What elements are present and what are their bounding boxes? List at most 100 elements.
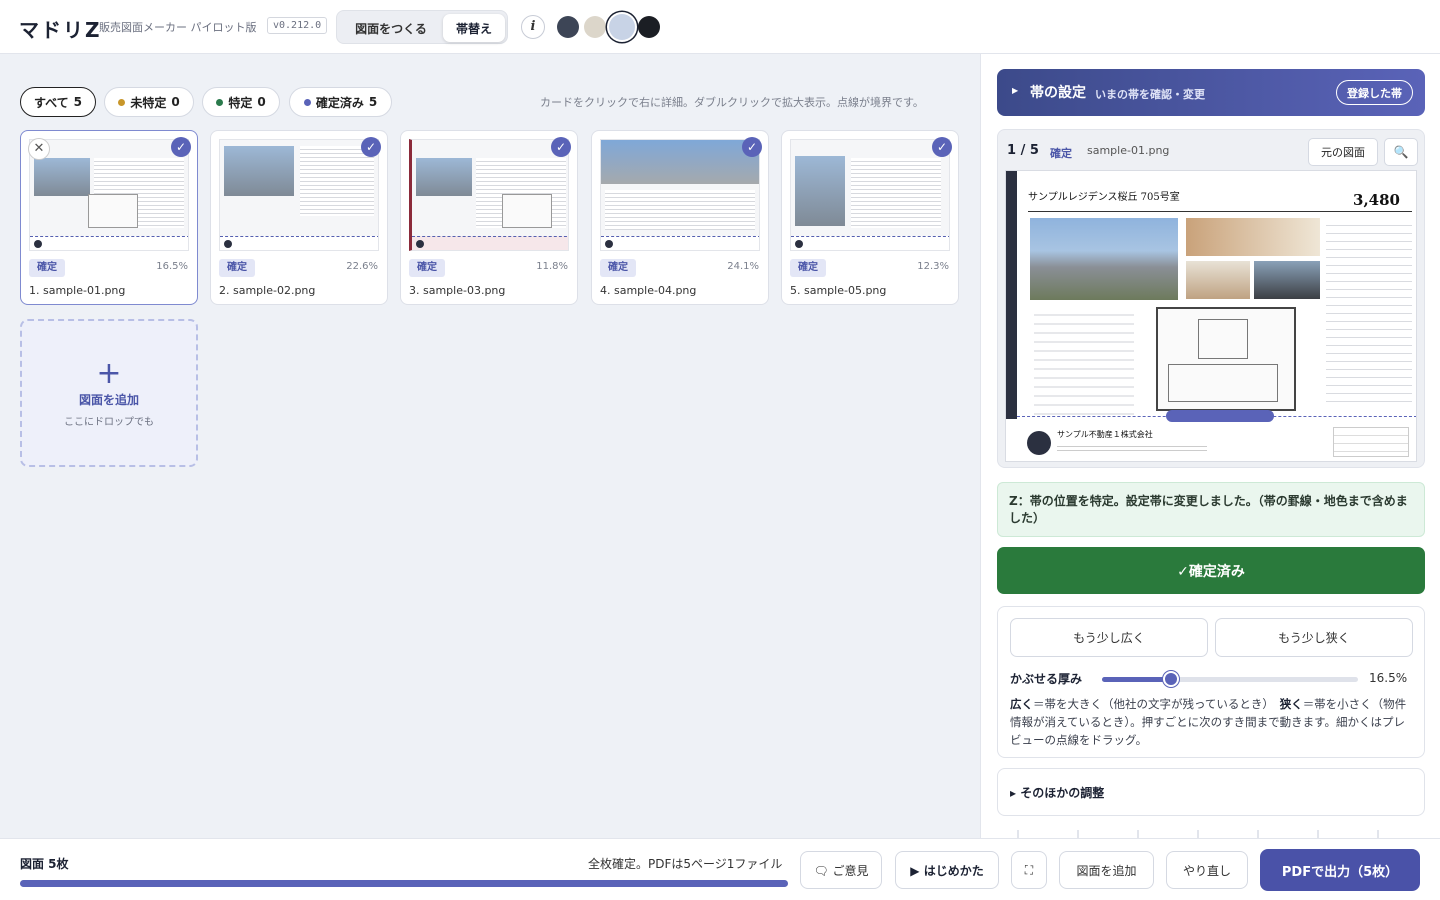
expand-triangle-icon: ▶ — [1012, 86, 1019, 95]
slider-handle[interactable] — [1163, 671, 1179, 687]
filter-confirmed-count: 5 — [368, 95, 378, 109]
interior-photo — [1186, 261, 1250, 299]
card-coverage: 12.3% — [917, 261, 949, 272]
color-swatch-lightblue-selected[interactable] — [609, 14, 635, 40]
check-icon: ✓ — [361, 137, 381, 157]
drawing-card[interactable]: ✓ 確定 24.1% 4. sample-04.png — [591, 130, 769, 305]
add-drawing-label: 図面を追加 — [78, 393, 139, 407]
color-swatch-slate[interactable] — [557, 16, 579, 38]
mode-replace-tab[interactable]: 帯替え — [443, 14, 505, 42]
thickness-slider[interactable] — [1102, 671, 1358, 687]
export-pdf-button[interactable]: PDFで出力（5枚） — [1260, 849, 1420, 891]
registered-obi-button[interactable]: 登録した帯 — [1336, 80, 1413, 105]
howto-button[interactable]: ▶ はじめかた — [895, 851, 999, 889]
drawing-thumbnail — [790, 139, 950, 251]
drawing-count: 図面 5枚 — [20, 857, 69, 871]
narrower-button[interactable]: もう少し狭く — [1215, 618, 1413, 657]
add-drawing-sub: ここにドロップでも — [64, 417, 154, 428]
footer-bar: 図面 5枚 全枚確定。PDFは5ページ1ファイル 🗨 ご意見 ▶ はじめかた ⛶… — [0, 838, 1440, 900]
card-coverage: 22.6% — [346, 261, 378, 272]
drawing-thumbnail — [600, 139, 760, 251]
other-adjustments-toggle[interactable]: ▸ そのほかの調整 — [997, 768, 1425, 816]
card-filename: 4. sample-04.png — [600, 284, 697, 297]
confirmed-button[interactable]: ✓確定済み — [997, 547, 1425, 594]
flyer-band: サンプル不動産１株式会社 — [1017, 423, 1416, 461]
filter-all[interactable]: すべて 5 — [20, 87, 96, 117]
filter-unidentified-label: 未特定 — [130, 95, 167, 110]
card-status-badge: 確定 — [219, 259, 255, 277]
fullscreen-icon[interactable]: ⛶ — [1011, 851, 1047, 889]
thickness-description: 広く＝帯を大きく（他社の文字が残っているとき） 狭く＝帯を小さく（物件情報が消え… — [1010, 697, 1407, 747]
card-coverage: 24.1% — [727, 261, 759, 272]
thickness-value: 16.5% — [1369, 671, 1408, 685]
preview-status: 確定 — [1050, 147, 1072, 160]
card-status-badge: 確定 — [600, 259, 636, 277]
color-swatch-black[interactable] — [638, 16, 660, 38]
flyer-heading: サンプルレジデンス桜丘 705号室 — [1028, 192, 1180, 203]
add-drawing-dropzone[interactable]: + 図面を追加 ここにドロップでも — [20, 319, 198, 467]
redo-button[interactable]: やり直し — [1166, 851, 1248, 889]
card-filename: 1. sample-01.png — [29, 284, 126, 297]
usage-hint: カードをクリックで右に詳細。ダブルクリックで拡大表示。点線が境界です。 — [540, 96, 924, 109]
detail-panel: ▶ 帯の設定 いまの帯を確認・変更 登録した帯 1 / 5 確定 sample-… — [980, 54, 1440, 838]
app-logo: マドリZ — [19, 18, 102, 42]
obi-settings-bar[interactable]: ▶ 帯の設定 いまの帯を確認・変更 登録した帯 — [997, 69, 1425, 116]
card-coverage: 11.8% — [536, 261, 568, 272]
obi-settings-sub: いまの帯を確認・変更 — [1095, 88, 1205, 101]
version-badge: v0.212.0 — [267, 17, 328, 34]
filter-identified[interactable]: 特定 0 — [202, 87, 280, 117]
original-drawing-button[interactable]: 元の図面 — [1308, 138, 1378, 166]
add-drawing-button[interactable]: 図面を追加 — [1059, 851, 1154, 889]
drawing-thumbnail — [409, 139, 569, 251]
filter-identified-count: 0 — [257, 95, 266, 109]
card-status-badge: 確定 — [790, 259, 826, 277]
filter-confirmed[interactable]: 確定済み 5 — [289, 87, 392, 117]
card-status-badge: 確定 — [409, 259, 445, 277]
flyer-preview[interactable]: サンプルレジデンス桜丘 705号室 3,480 サンプル不動産１株式会社 — [1005, 170, 1417, 462]
filter-unidentified-count: 0 — [171, 95, 180, 109]
card-filename: 2. sample-02.png — [219, 284, 316, 297]
status-dot-icon — [118, 98, 126, 106]
drawing-card[interactable]: ✓ 確定 22.6% 2. sample-02.png — [210, 130, 388, 305]
company-seal-icon — [1027, 431, 1051, 455]
check-icon: ✓ — [932, 137, 952, 157]
footer-status: 全枚確定。PDFは5ページ1ファイル — [588, 857, 783, 871]
card-filename: 5. sample-05.png — [790, 284, 887, 297]
interior-photo — [1186, 218, 1320, 256]
speech-bubble-icon: 🗨 — [813, 863, 829, 878]
status-message: Z：帯の位置を特定。設定帯に変更しました。（帯の罫線・地色まで含めました） — [997, 482, 1425, 537]
card-coverage: 16.5% — [156, 261, 188, 272]
drawing-thumbnail — [29, 139, 189, 251]
info-button[interactable]: i — [521, 15, 545, 39]
spec-table — [1326, 218, 1412, 408]
preview-filename: sample-01.png — [1087, 144, 1170, 157]
band-drag-handle[interactable] — [1166, 410, 1274, 422]
building-photo — [1030, 218, 1178, 300]
thickness-adjust-box: もう少し広く もう少し狭く かぶせる厚み 16.5% 広く＝帯を大きく（他社の文… — [997, 606, 1425, 758]
drawing-card[interactable]: ✓ 確定 12.3% 5. sample-05.png — [781, 130, 959, 305]
app-subtitle: 販売図面メーカー パイロット版 — [99, 21, 257, 34]
drawing-card[interactable]: ✕ ✓ 確定 16.5% 1. sample-01.png — [20, 130, 198, 305]
feedback-button[interactable]: 🗨 ご意見 — [800, 851, 882, 889]
mode-switch: 図面をつくる 帯替え — [336, 10, 508, 44]
color-swatch-beige[interactable] — [584, 16, 606, 38]
points-list — [1034, 307, 1134, 417]
company-name: サンプル不動産１株式会社 — [1057, 430, 1153, 439]
check-icon: ✓ — [551, 137, 571, 157]
mode-make-tab[interactable]: 図面をつくる — [341, 15, 441, 41]
zoom-search-icon[interactable]: 🔍 — [1384, 138, 1418, 166]
wider-button[interactable]: もう少し広く — [1010, 618, 1208, 657]
plus-icon: + — [96, 356, 122, 391]
filter-all-label: すべて — [33, 95, 69, 110]
view-photo — [1254, 261, 1320, 299]
floor-plan — [1156, 307, 1296, 411]
check-icon: ✓ — [171, 137, 191, 157]
drawing-card[interactable]: ✓ 確定 11.8% 3. sample-03.png — [400, 130, 578, 305]
status-dot-icon — [303, 98, 311, 106]
filter-confirmed-label: 確定済み — [315, 95, 364, 110]
close-icon[interactable]: ✕ — [28, 138, 50, 160]
card-filename: 3. sample-03.png — [409, 284, 506, 297]
drawing-thumbnail — [219, 139, 379, 251]
filter-unidentified[interactable]: 未特定 0 — [104, 87, 194, 117]
card-status-badge: 確定 — [29, 259, 65, 277]
